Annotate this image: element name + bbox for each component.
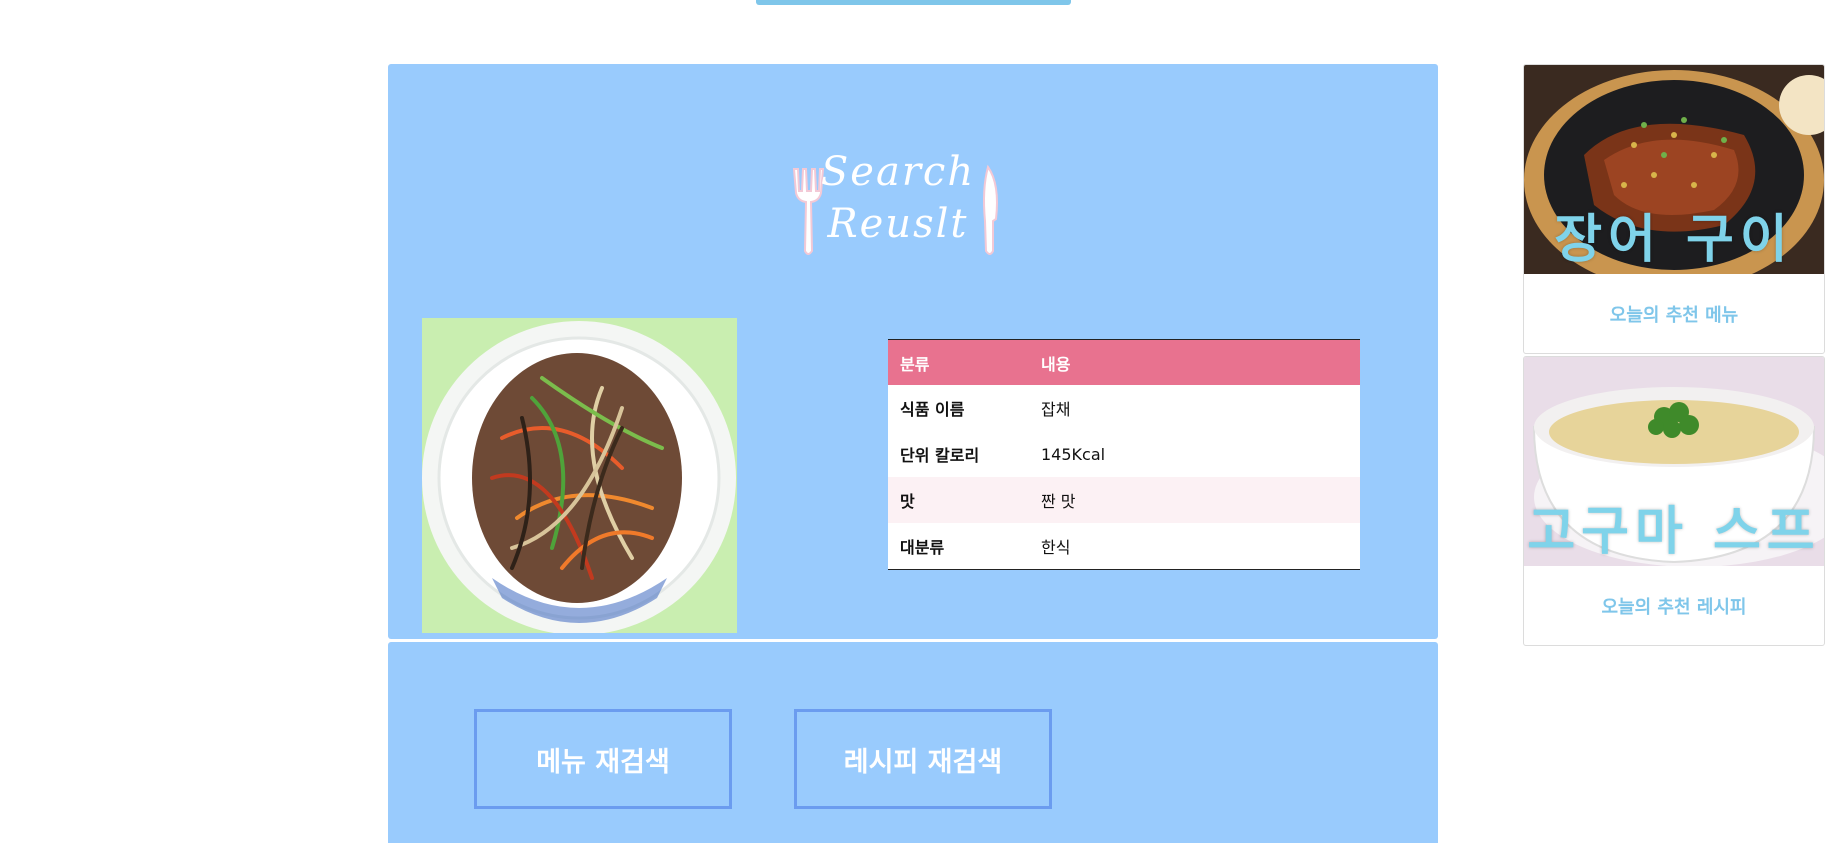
logo-line-2: Reuslt <box>827 201 969 247</box>
recommended-menu-card[interactable]: 장어 구이 오늘의 추천 메뉴 <box>1523 64 1825 354</box>
row-label: 대분류 <box>900 538 945 557</box>
recommended-recipe-caption[interactable]: 오늘의 추천 레시피 <box>1524 566 1824 645</box>
row-value: 잡채 <box>1041 400 1071 419</box>
row-label: 맛 <box>888 477 1029 523</box>
table-row: 대분류 한식 <box>888 523 1360 570</box>
header-category: 분류 <box>888 339 1029 385</box>
table-row: 맛 짠 맛 <box>888 477 1360 523</box>
table-row: 식품 이름 잡채 <box>888 385 1360 431</box>
recommended-menu-image[interactable]: 장어 구이 <box>1524 65 1824 274</box>
recommended-menu-caption[interactable]: 오늘의 추천 메뉴 <box>1524 274 1824 353</box>
menu-research-button[interactable]: 메뉴 재검색 <box>474 709 732 809</box>
recommended-recipe-overlay: 고구마 스프 <box>1527 501 1821 562</box>
recommended-recipe-image[interactable]: 고구마 스프 <box>1524 357 1824 566</box>
top-nav-bar <box>756 0 1071 5</box>
food-info-table: 분류 내용 식품 이름 잡채 단위 칼로리 145Kcal 맛 짠 맛 대분류 … <box>888 339 1360 570</box>
row-value: 짠 맛 <box>1029 477 1360 523</box>
recommended-menu-overlay: 장어 구이 <box>1554 209 1794 270</box>
table-header-row: 분류 내용 <box>888 339 1360 385</box>
table-row: 단위 칼로리 145Kcal <box>888 431 1360 477</box>
row-value: 한식 <box>1041 538 1071 557</box>
action-panel: 메뉴 재검색 레시피 재검색 <box>388 642 1438 843</box>
logo-line-1: Search <box>820 149 976 195</box>
row-value: 145Kcal <box>1041 444 1106 464</box>
header-content: 내용 <box>1029 339 1360 385</box>
row-label: 식품 이름 <box>900 400 965 419</box>
recipe-research-button[interactable]: 레시피 재검색 <box>794 709 1052 809</box>
recommended-recipe-card[interactable]: 고구마 스프 오늘의 추천 레시피 <box>1523 356 1825 646</box>
food-image <box>422 318 737 633</box>
search-result-panel: Search Reuslt 분류 내용 식품 이름 잡채 단위 칼로리 145K… <box>388 64 1438 639</box>
search-result-logo: Search Reuslt <box>788 139 1008 259</box>
row-label: 단위 칼로리 <box>900 446 980 465</box>
